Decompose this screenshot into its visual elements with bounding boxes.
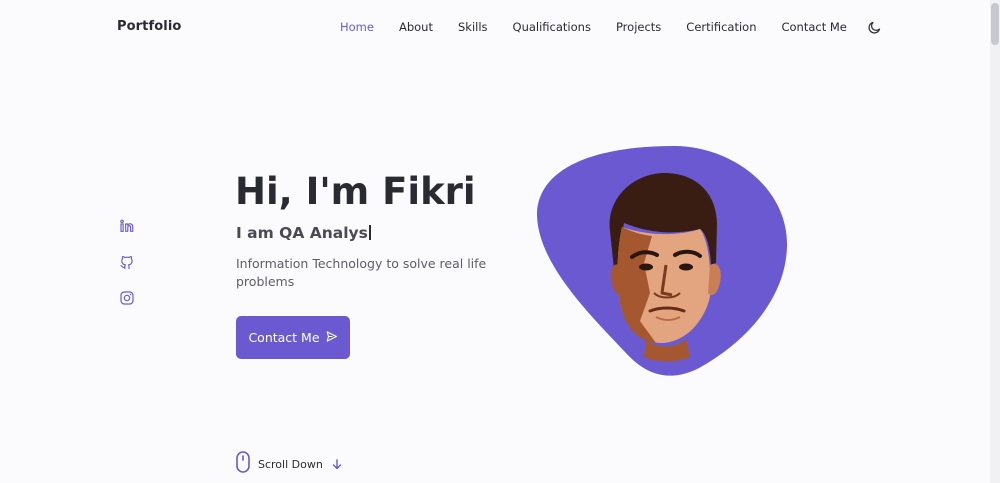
nav-qualifications[interactable]: Qualifications [513, 18, 591, 36]
scroll-down-link[interactable]: Scroll Down [236, 451, 342, 477]
profile-avatar-illustration [537, 146, 788, 376]
nav-contact-me[interactable]: Contact Me [781, 18, 846, 36]
contact-me-button-label: Contact Me [248, 330, 320, 345]
hero-subtitle-text: I am QA Analys [236, 224, 368, 242]
hero-description: Information Technology to solve real lif… [236, 256, 487, 289]
contact-me-button[interactable]: Contact Me [236, 316, 350, 359]
hero-subtitle: I am QA Analys [236, 224, 371, 242]
scrollbar[interactable] [990, 0, 1000, 483]
typing-caret [368, 225, 371, 240]
instagram-icon[interactable] [118, 289, 136, 307]
scroll-down-label: Scroll Down [258, 457, 323, 471]
send-icon [325, 330, 338, 346]
moon-icon[interactable] [866, 18, 884, 36]
main-nav: Home About Skills Qualifications Project… [340, 18, 884, 36]
nav-skills[interactable]: Skills [458, 18, 488, 36]
arrow-down-icon [332, 455, 342, 474]
nav-about[interactable]: About [399, 18, 433, 36]
social-links [118, 217, 136, 325]
github-icon[interactable] [118, 253, 136, 271]
nav-certification[interactable]: Certification [686, 18, 756, 36]
header: Portfolio Home About Skills Qualificatio… [0, 0, 990, 56]
logo[interactable]: Portfolio [117, 19, 181, 34]
nav-projects[interactable]: Projects [616, 18, 661, 36]
linkedin-icon[interactable] [118, 217, 136, 235]
scrollbar-thumb[interactable] [991, 3, 999, 45]
nav-home[interactable]: Home [340, 18, 374, 36]
profile-avatar [536, 143, 788, 378]
mouse-icon [236, 451, 250, 477]
page: Portfolio Home About Skills Qualificatio… [0, 0, 1000, 483]
hero-title: Hi, I'm Fikri [235, 170, 476, 213]
